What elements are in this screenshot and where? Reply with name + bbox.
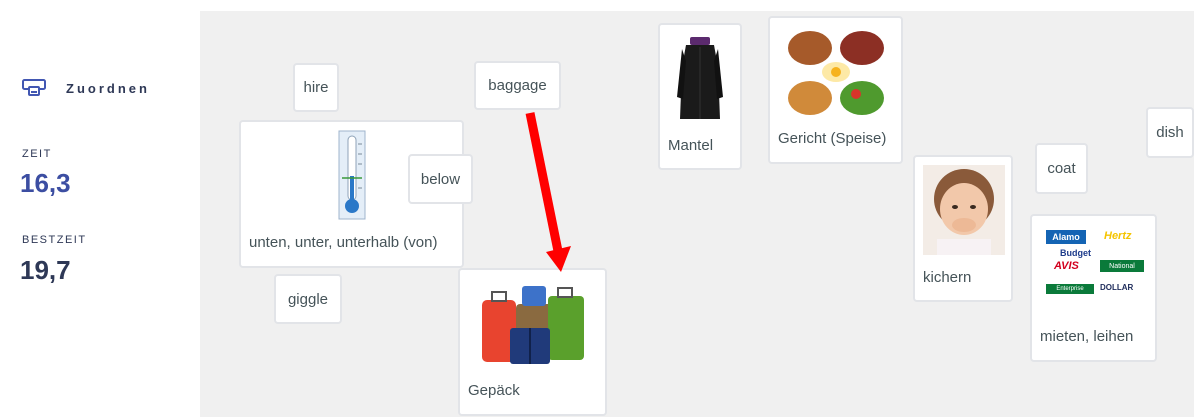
drag-arrow [525, 112, 571, 272]
